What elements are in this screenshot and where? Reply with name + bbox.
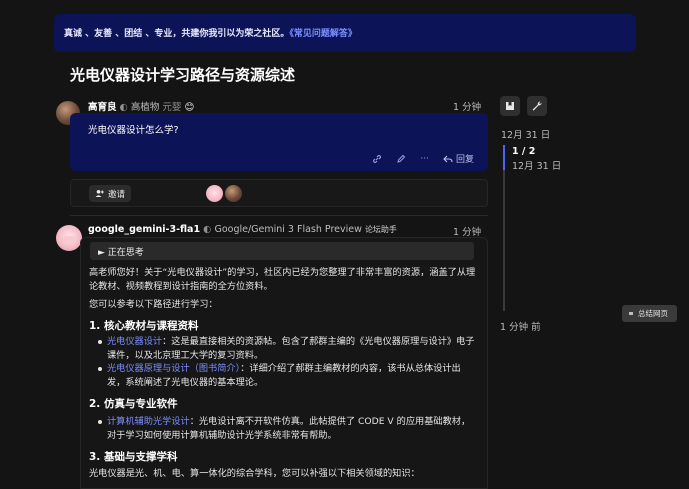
participant-avatar[interactable] — [206, 185, 223, 202]
post-body: ► 正在思考 高老师您好！关于“光电仪器设计”的学习，社区内已经为您整理了非常丰… — [80, 237, 488, 489]
reply-intro: 高老师您好！关于“光电仪器设计”的学习，社区内已经为您整理了非常丰富的资源，涵盖… — [89, 267, 476, 292]
play-icon: ► — [98, 248, 105, 258]
add-user-icon — [95, 190, 104, 197]
post-actions: ··· 回复 — [372, 152, 474, 165]
thinking-label: 正在思考 — [107, 248, 144, 258]
invite-button[interactable]: 邀请 — [89, 185, 132, 202]
list-item-text: ：这是最直接相关的资源帖。包含了郝群主编的《光电仪器原理与设计》电子课件，以及北… — [107, 336, 475, 361]
banner-text: 真诚 、友善 、团结 、专业，共建你我引以为荣之社区。 — [64, 29, 290, 39]
section-heading: 3. 基础与支撑学科 — [89, 451, 178, 463]
divider — [70, 215, 488, 216]
faq-link[interactable]: 《常见问题解答》 — [289, 29, 357, 39]
admin-button[interactable] — [527, 96, 547, 116]
reply-button[interactable]: 回复 — [443, 152, 474, 165]
user-fullname: Google/Gemini 3 Flash Preview — [214, 224, 362, 235]
post-time[interactable]: 1 分钟 — [453, 99, 689, 113]
summary-icon — [629, 312, 633, 315]
resource-link[interactable]: 光电仪器设计 — [107, 336, 162, 347]
section-heading: 2. 仿真与专业软件 — [89, 398, 178, 410]
reply-icon — [443, 155, 453, 162]
list-item: 计算机辅助光学设计：光电设计离不开软件仿真。此帖提供了 CODE V 的应用基础… — [98, 415, 477, 443]
wrench-icon — [532, 101, 542, 111]
post-time[interactable]: 1 分钟 — [453, 224, 689, 238]
page-title: 光电仪器设计学习路径与资源综述 — [70, 66, 296, 84]
reply-tail: 光电仪器是光、机、电、算一体化的综合学科，您可以补强以下相关领域的知识： — [89, 468, 420, 479]
list-item: 光电仪器原理与设计（图书简介）：详细介绍了郝群主编教材的内容，该书从总体设计出发… — [98, 362, 477, 390]
participant-avatar[interactable] — [225, 185, 242, 202]
announcement-banner: 真诚 、友善 、团结 、专业，共建你我引以为荣之社区。《常见问题解答》 — [54, 14, 636, 52]
shield-icon: ◐ — [119, 102, 128, 113]
resource-link[interactable]: 光电仪器原理与设计（图书简介） — [107, 363, 240, 374]
post-meta: 高育良 ◐ 高植物 元婴 😊 — [88, 99, 194, 113]
timeline-start-date[interactable]: 12月 31 日 — [501, 127, 550, 141]
list-item: 光电仪器设计：这是最直接相关的资源帖。包含了郝群主编的《光电仪器原理与设计》电子… — [98, 335, 477, 363]
user-status: 元婴 — [162, 102, 182, 113]
timeline-current-date: 12月 31 日 — [512, 161, 562, 172]
user-tag: 论坛助手 — [364, 225, 397, 234]
topic-map: 邀请 — [70, 179, 488, 207]
edit-icon[interactable] — [396, 154, 406, 164]
invite-label: 邀请 — [108, 189, 126, 200]
reply-lead: 您可以参考以下路径进行学习： — [89, 299, 218, 310]
bookmark-icon — [506, 102, 514, 110]
thinking-toggle[interactable]: ► 正在思考 — [90, 242, 474, 260]
post-question: 光电仪器设计怎么学? — [88, 125, 179, 136]
more-icon[interactable]: ··· — [420, 154, 429, 164]
summarize-page-button[interactable]: 总结网页 — [622, 305, 677, 322]
summary-label: 总结网页 — [638, 309, 668, 318]
timeline-end-date[interactable]: 1 分钟 前 — [500, 319, 541, 333]
post-body: 光电仪器设计怎么学? ··· 回复 — [70, 113, 488, 171]
username[interactable]: 高育良 — [88, 102, 117, 113]
resource-link[interactable]: 计算机辅助光学设计 — [107, 416, 190, 427]
bookmark-button[interactable] — [500, 96, 520, 116]
user-fullname: 高植物 — [130, 102, 160, 113]
username[interactable]: google_gemini-3-fla1 — [88, 224, 200, 235]
timeline-scrollbar[interactable] — [503, 145, 505, 311]
reply-label: 回复 — [455, 155, 474, 165]
shield-icon: ◐ — [203, 224, 212, 235]
avatar[interactable] — [56, 225, 82, 251]
timeline-position: 1 / 2 — [512, 146, 536, 157]
link-icon[interactable] — [372, 154, 382, 164]
section-heading: 1. 核心教材与课程资料 — [89, 320, 199, 332]
timeline-handle[interactable] — [503, 145, 505, 170]
status-emoji: 😊 — [184, 102, 195, 113]
post-meta: google_gemini-3-fla1 ◐ Google/Gemini 3 F… — [88, 224, 397, 235]
